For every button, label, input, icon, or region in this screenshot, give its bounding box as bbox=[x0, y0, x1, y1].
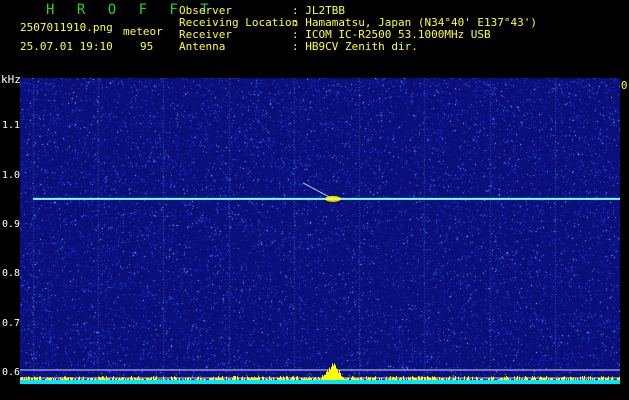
category-label: meteor bbox=[123, 25, 163, 38]
meteor-echo bbox=[325, 195, 342, 202]
count: 95 bbox=[140, 40, 154, 53]
spectrogram-plot bbox=[20, 78, 620, 384]
header-panel: H R O F F T 2507011910.png 25.07.01 19:1… bbox=[0, 0, 629, 74]
y-axis-label: kHz bbox=[1, 73, 21, 86]
antenna-value: : HB9CV Zenith dir. bbox=[292, 40, 418, 53]
y-tick-label: 0.7 bbox=[2, 317, 21, 329]
y-tick-label: 0.9 bbox=[2, 219, 21, 231]
antenna-label: Antenna bbox=[179, 40, 226, 53]
timestamp: 25.07.01 19:10 bbox=[20, 40, 113, 53]
filename: 2507011910.png bbox=[20, 21, 113, 34]
spectrogram-overlay bbox=[20, 182, 620, 384]
power-baseline bbox=[20, 380, 620, 384]
y-tick-label: 1.1 bbox=[2, 120, 21, 132]
y-tick-label: 1.0 bbox=[2, 169, 21, 181]
y-tick-label: 0.6 bbox=[2, 367, 21, 379]
y-tick-label: 0.8 bbox=[2, 268, 21, 280]
